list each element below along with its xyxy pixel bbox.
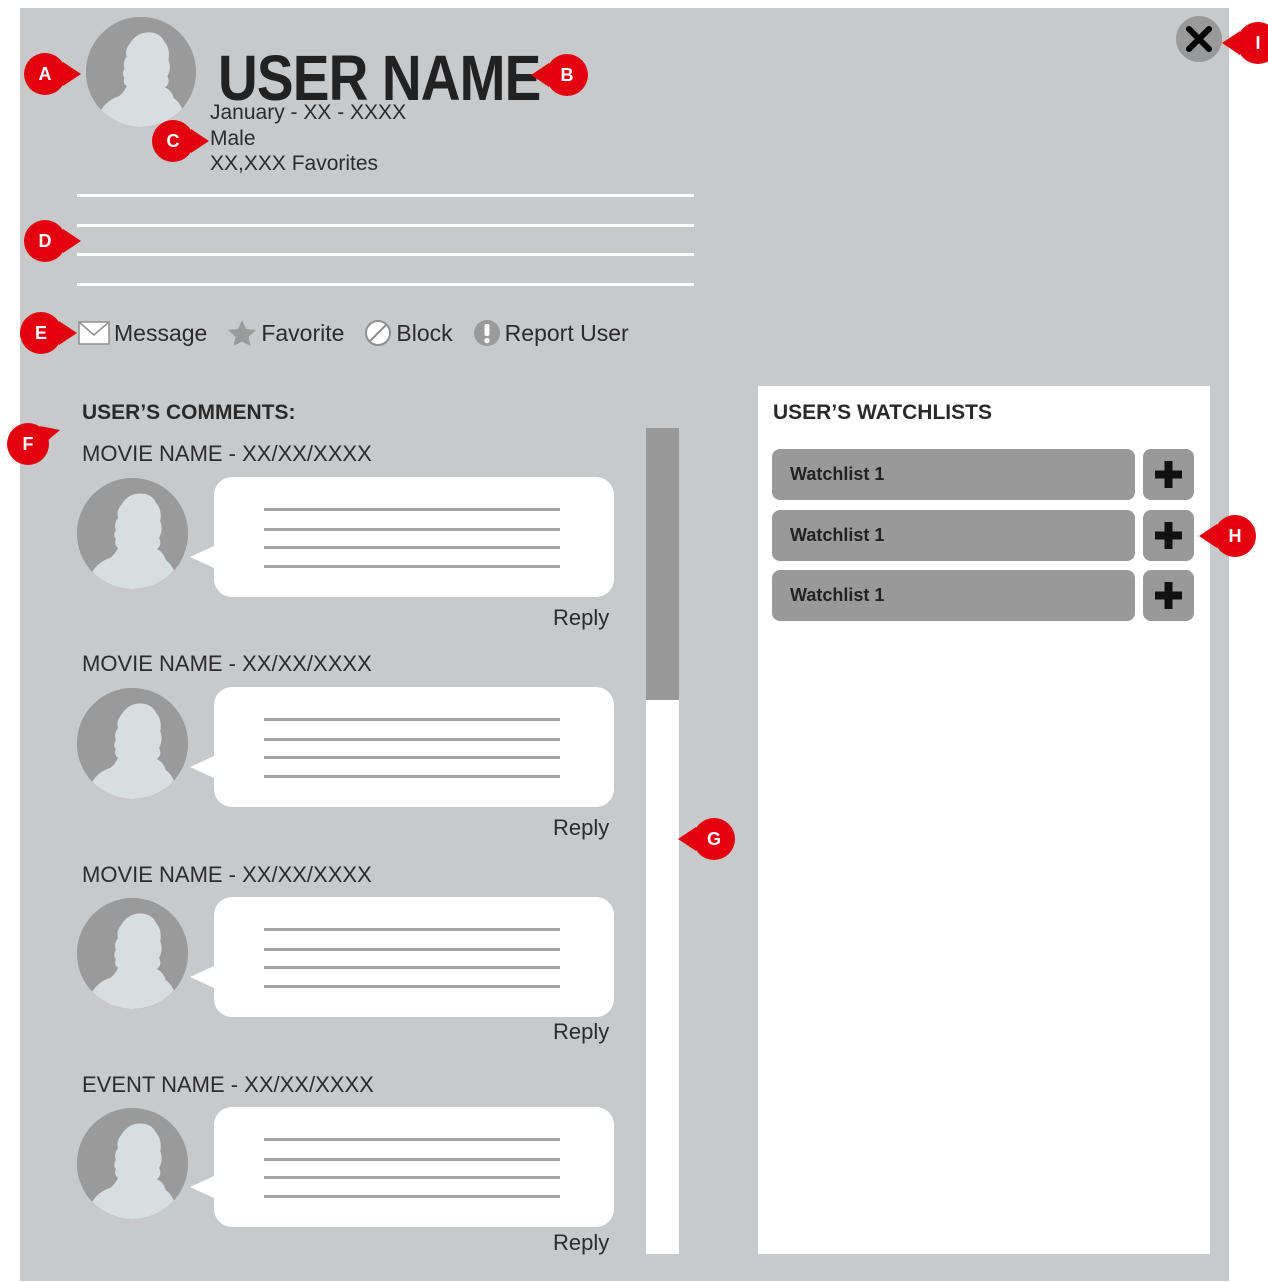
plus-icon bbox=[1155, 461, 1182, 488]
bio-line bbox=[77, 194, 694, 197]
comment-text-line bbox=[264, 528, 560, 531]
annotation-marker-g: G bbox=[678, 817, 736, 861]
user-silhouette-icon bbox=[77, 898, 188, 1009]
reply-link[interactable]: Reply bbox=[553, 1019, 609, 1045]
comment-event-title[interactable]: EVENT NAME - XX/XX/XXXX bbox=[82, 1072, 374, 1098]
bio-line bbox=[77, 224, 694, 227]
user-avatar bbox=[86, 17, 196, 127]
annotation-label: A bbox=[38, 64, 52, 84]
bio-line bbox=[77, 283, 694, 286]
reply-link[interactable]: Reply bbox=[553, 815, 609, 841]
block-icon bbox=[364, 319, 392, 347]
watchlist-item[interactable]: Watchlist 1 bbox=[772, 449, 1135, 500]
annotation-label: E bbox=[34, 323, 47, 343]
user-gender: Male bbox=[210, 127, 256, 150]
report-user-label: Report User bbox=[504, 319, 629, 346]
profile-actions: Message Favorite Block Report User bbox=[78, 318, 649, 348]
annotation-marker-d: D bbox=[23, 219, 81, 263]
user-silhouette-icon bbox=[77, 478, 188, 589]
plus-icon bbox=[1155, 582, 1182, 609]
message-action[interactable]: Message bbox=[78, 320, 207, 347]
annotation-label: C bbox=[166, 131, 180, 151]
comment-text-line bbox=[264, 546, 560, 549]
comment-movie-title[interactable]: MOVIE NAME - XX/XX/XXXX bbox=[82, 651, 372, 677]
annotation-marker-a: A bbox=[23, 52, 81, 96]
report-user-action[interactable]: Report User bbox=[473, 319, 629, 347]
watchlist-item[interactable]: Watchlist 1 bbox=[772, 510, 1135, 561]
comment-text-line bbox=[264, 565, 560, 568]
exclamation-icon bbox=[473, 319, 501, 347]
block-action[interactable]: Block bbox=[364, 319, 453, 347]
comment-text-line bbox=[264, 1195, 560, 1198]
comment-text-line bbox=[264, 718, 560, 721]
commenter-avatar bbox=[77, 1108, 188, 1219]
message-label: Message bbox=[114, 319, 208, 346]
comment-text-line bbox=[264, 1176, 560, 1179]
comment-text-line bbox=[264, 508, 560, 511]
comment-bubble bbox=[190, 687, 614, 807]
close-button[interactable] bbox=[1176, 16, 1222, 62]
comment-text-line bbox=[264, 775, 560, 778]
add-watchlist-button[interactable] bbox=[1143, 449, 1194, 500]
favorite-label: Favorite bbox=[261, 319, 345, 346]
comments-scrollbar[interactable] bbox=[646, 428, 679, 1254]
comment-text-line bbox=[264, 966, 560, 969]
annotation-marker-c: C bbox=[151, 119, 209, 163]
comment-movie-title[interactable]: MOVIE NAME - XX/XX/XXXX bbox=[82, 862, 372, 888]
annotation-marker-i: I bbox=[1222, 21, 1268, 65]
watchlists-heading: USER’S WATCHLISTS bbox=[773, 401, 992, 424]
annotation-label: G bbox=[706, 829, 721, 849]
comment-text-line bbox=[264, 756, 560, 759]
commenter-avatar bbox=[77, 478, 188, 589]
watchlist-row: Watchlist 1 bbox=[772, 570, 1194, 621]
commenter-avatar bbox=[77, 898, 188, 1009]
annotation-label: H bbox=[1228, 526, 1242, 546]
comment-bubble bbox=[190, 897, 614, 1017]
user-favorites-count: XX,XXX Favorites bbox=[210, 152, 379, 175]
comment-text-line bbox=[264, 928, 560, 931]
add-watchlist-button[interactable] bbox=[1143, 570, 1194, 621]
comment-text-line bbox=[264, 985, 560, 988]
annotation-label: B bbox=[560, 65, 574, 85]
comment-movie-title[interactable]: MOVIE NAME - XX/XX/XXXX bbox=[82, 441, 372, 467]
user-silhouette-icon bbox=[77, 688, 188, 799]
close-icon bbox=[1186, 26, 1212, 52]
comment-bubble bbox=[190, 1107, 614, 1227]
add-watchlist-button[interactable] bbox=[1143, 510, 1194, 561]
comment-bubble bbox=[190, 477, 614, 597]
reply-link[interactable]: Reply bbox=[553, 605, 609, 631]
annotation-label: I bbox=[1255, 33, 1261, 53]
favorite-action[interactable]: Favorite bbox=[227, 319, 344, 347]
comment-text-line bbox=[264, 738, 560, 741]
user-silhouette-icon bbox=[77, 1108, 188, 1219]
plus-icon bbox=[1155, 522, 1182, 549]
watchlist-row: Watchlist 1 bbox=[772, 449, 1194, 500]
envelope-icon bbox=[78, 321, 110, 345]
scrollbar-thumb[interactable] bbox=[646, 428, 679, 700]
comments-heading: USER’S COMMENTS: bbox=[82, 401, 296, 424]
watchlist-item[interactable]: Watchlist 1 bbox=[772, 570, 1135, 621]
user-silhouette-icon bbox=[86, 17, 196, 127]
annotation-marker-b: B bbox=[531, 53, 589, 97]
reply-link[interactable]: Reply bbox=[553, 1230, 609, 1256]
block-label: Block bbox=[396, 319, 453, 346]
annotation-marker-e: E bbox=[19, 311, 77, 355]
commenter-avatar bbox=[77, 688, 188, 799]
user-birthdate: January - XX - XXXX bbox=[210, 101, 407, 124]
annotation-label: F bbox=[22, 434, 34, 454]
watchlist-row: Watchlist 1 bbox=[772, 510, 1194, 561]
star-icon bbox=[227, 319, 257, 347]
annotation-marker-h: H bbox=[1199, 514, 1257, 558]
comment-text-line bbox=[264, 1158, 560, 1161]
annotation-marker-f: F bbox=[6, 422, 60, 466]
annotation-label: D bbox=[38, 231, 52, 251]
comment-text-line bbox=[264, 948, 560, 951]
comment-text-line bbox=[264, 1138, 560, 1141]
bio-line bbox=[77, 253, 694, 256]
